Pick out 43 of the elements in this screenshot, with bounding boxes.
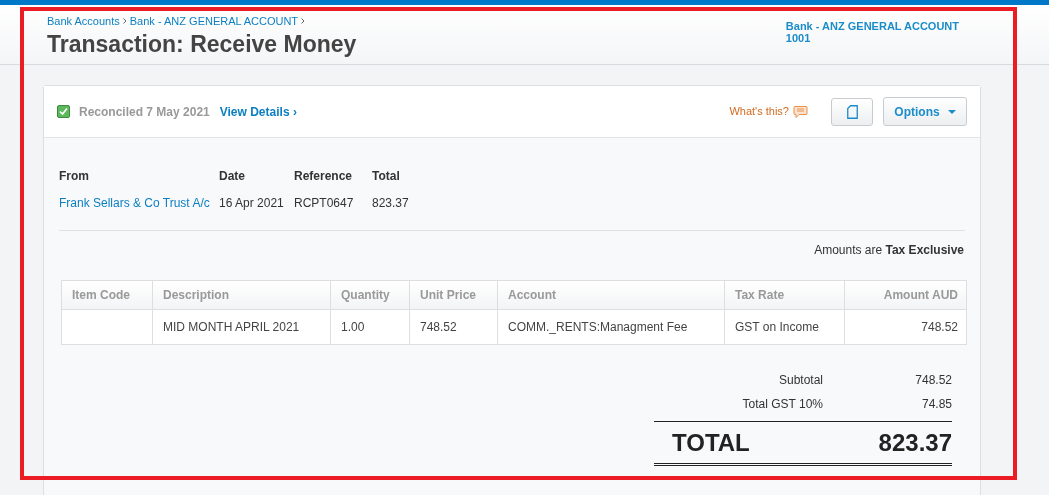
- document-icon: [846, 104, 858, 119]
- breadcrumb-link[interactable]: Bank Accounts: [47, 13, 120, 30]
- account-name[interactable]: Bank - ANZ GENERAL ACCOUNT: [785, 20, 959, 32]
- summary-label: Total: [372, 169, 400, 183]
- contact-link[interactable]: Frank Sellars & Co Trust A/c: [59, 196, 210, 210]
- breadcrumb-link[interactable]: Bank - ANZ GENERAL ACCOUNT: [129, 13, 299, 30]
- table-cell: 748.52: [409, 310, 497, 344]
- caret-icon: [947, 109, 956, 114]
- total-value: 748.52: [914, 372, 952, 389]
- summary-value: 823.37: [372, 196, 409, 210]
- chevron-icon: [301, 18, 306, 25]
- table-cell: 748.52: [844, 310, 968, 344]
- column-header: Unit Price: [409, 281, 497, 309]
- tax-note: Amounts are Tax Exclusive: [814, 242, 964, 259]
- summary-label: From: [59, 169, 89, 183]
- column-header: Quantity: [330, 281, 409, 309]
- grand-total-value: 823.37: [878, 427, 952, 458]
- document-button[interactable]: [831, 97, 873, 126]
- view-details-link[interactable]: View Details ›: [219, 102, 297, 121]
- grand-total-label: TOTAL: [672, 427, 750, 458]
- summary-label: Date: [219, 169, 245, 183]
- summary-value: 16 Apr 2021: [219, 196, 284, 210]
- total-label: Total GST 10%: [741, 396, 823, 413]
- table-cell: 1.00: [330, 310, 409, 344]
- column-header: Account: [497, 281, 724, 309]
- table-cell: GST on Income: [724, 310, 844, 344]
- account-number: 1001: [785, 32, 812, 44]
- column-header: Amount AUD: [844, 281, 968, 309]
- table-cell: COMM._RENTS:Managment Fee: [497, 310, 724, 344]
- summary-label: Reference: [294, 169, 353, 183]
- chevron-icon: [122, 18, 127, 25]
- total-label: Subtotal: [777, 372, 823, 389]
- whats-this-link[interactable]: What's this?: [729, 103, 789, 120]
- column-header: Description: [152, 281, 330, 309]
- total-value: 74.85: [920, 396, 952, 413]
- summary-value: RCPT0647: [294, 196, 354, 210]
- page-title: Transaction: Receive Money: [47, 29, 357, 58]
- column-header: Item Code: [71, 287, 131, 304]
- reconciled-status: Reconciled 7 May 2021: [79, 103, 210, 121]
- options-button[interactable]: Options: [883, 97, 967, 126]
- column-header: Tax Rate: [724, 281, 844, 309]
- speech-bubble-icon: [793, 104, 808, 119]
- table-cell: MID MONTH APRIL 2021: [152, 310, 330, 344]
